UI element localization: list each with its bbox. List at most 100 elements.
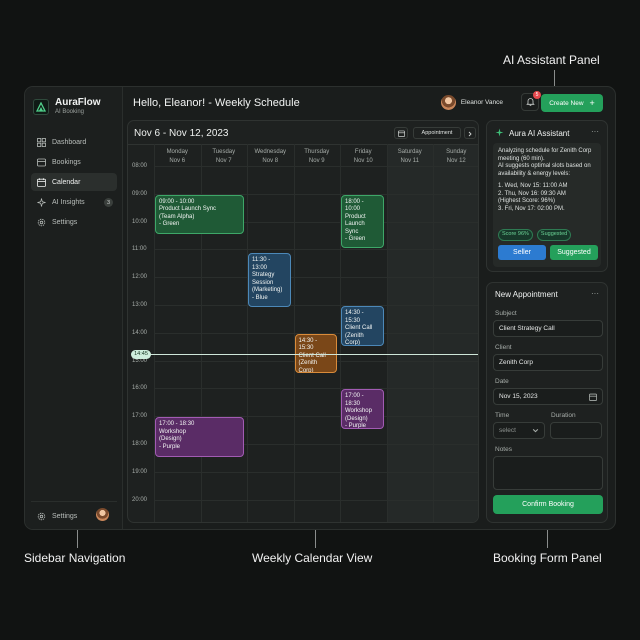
sidebar-item-settings[interactable]: Settings [31, 213, 117, 231]
page-title: Hello, Eleanor! - Weekly Schedule [133, 97, 300, 109]
sidebar-item-dashboard[interactable]: Dashboard [31, 133, 117, 151]
sidebar-item-calendar[interactable]: Calendar [31, 173, 117, 191]
day-gridline [433, 144, 434, 522]
day-date: Nov 9 [308, 158, 325, 164]
calendar-grid[interactable]: 09:00 - 10:00 Product Launch Sync (Team Al… [154, 144, 478, 522]
sidebar-item-label: AI Insights [52, 198, 85, 206]
view-mode-select[interactable]: Appointment [413, 127, 461, 139]
ai-subtitle: AI suggests optimal slots based on avail… [498, 163, 591, 177]
avatar [440, 95, 456, 110]
calendar-event[interactable]: 18:00 - 10:00 Product Launch Sync - Green [341, 194, 384, 249]
time-select[interactable]: select [493, 422, 545, 439]
calendar-event[interactable]: 17:00 - 18:30 Workshop (Design) - Purple [155, 417, 244, 457]
brand: AuraFlow AI Booking [33, 97, 101, 116]
ai-suggestion[interactable]: 1. Wed, Nov 15: 11:00 AM [498, 183, 596, 191]
day-gridline [386, 144, 388, 522]
time-label: 12:00 [132, 274, 148, 281]
event-text: 17:00 - 18:30 [159, 421, 195, 428]
callout-sidebar: Sidebar Navigation [24, 551, 126, 565]
day-date: Nov 8 [262, 158, 279, 164]
duration-input[interactable] [550, 422, 602, 439]
time-label: 20:00 [132, 496, 148, 503]
day-name: Monday [166, 149, 188, 155]
client-input[interactable]: Zenith Corp [493, 354, 603, 371]
auraflow-logo-icon [33, 98, 49, 115]
sparkle-icon [37, 197, 46, 207]
time-label: 13:00 [132, 302, 148, 308]
sidebar-item-label: Bookings [52, 158, 81, 166]
seller-button[interactable]: Seller [498, 245, 546, 260]
hour-gridline [154, 166, 478, 167]
time-placeholder: select [499, 427, 516, 434]
day-header: Saturday Nov 11 [387, 148, 434, 166]
ai-tags: Score 96% Suggested [498, 229, 575, 241]
sidebar-item-bookings[interactable]: Bookings [31, 153, 117, 171]
event-text: 17:00 - 18:30 [345, 393, 364, 407]
calendar-event[interactable]: 17:00 - 18:30 Workshop (Design) - Purple [341, 389, 384, 430]
time-label: Time [495, 412, 510, 419]
day-name: Sunday [446, 149, 467, 155]
day-name: Wednesday [254, 149, 287, 155]
avatar[interactable] [96, 508, 109, 521]
calendar-event[interactable]: 11:30 - 13:00 Strategy Session (Marketing) -… [248, 253, 291, 307]
event-text: 18:00 - 10:00 [345, 198, 364, 213]
chevron-down-icon [532, 427, 539, 436]
sidebar-item-label: Calendar [52, 178, 81, 186]
weekly-calendar: Nov 6 - Nov 12, 2023 Appointment Monday N… [127, 120, 479, 523]
chevron-right-icon [467, 124, 473, 142]
hour-gridline [154, 277, 478, 279]
gear-icon [37, 218, 46, 227]
event-text: (Design) [345, 415, 368, 422]
current-time-badge: 14:45 [131, 349, 151, 359]
date-input[interactable]: Nov 15, 2023 [493, 388, 603, 405]
booking-form-panel: New Appointment ··· Subject Client Strat… [486, 282, 608, 523]
confirm-booking-button[interactable]: Confirm Booking [493, 495, 603, 514]
app-window: AuraFlow AI Booking Dashboard Bookings C… [24, 86, 616, 530]
event-text: 14:30 - 15:30 [345, 310, 364, 324]
calendar-event[interactable]: 14:30 - 15:30Client Call(Zenith Corp)- O… [341, 306, 384, 346]
day-date: Nov 7 [215, 158, 232, 164]
sidebar-item-ai-insights[interactable]: AI Insights 3 [31, 193, 117, 211]
event-text: (Team Alpha) [159, 213, 195, 220]
event-text: 09:00 - 10:00 [159, 198, 195, 205]
event-text: Strategy [252, 272, 275, 279]
more-options-icon[interactable]: ··· [591, 127, 599, 136]
sidebar: AuraFlow AI Booking Dashboard Bookings C… [25, 87, 123, 529]
sidebar-item-label: Dashboard [52, 138, 87, 146]
callout-booking: Booking Form Panel [493, 551, 602, 565]
event-text: - Purple [159, 443, 181, 450]
next-week-button[interactable] [464, 127, 476, 139]
ai-insights-badge: 3 [104, 198, 113, 207]
hour-gridline [154, 305, 478, 306]
form-title: New Appointment [495, 290, 558, 299]
ai-panel-title-text: Aura AI Assistant [509, 129, 570, 138]
more-options-icon[interactable]: ··· [591, 289, 599, 298]
ai-suggestion[interactable]: 3. Fri, Nov 17: 02:00 PM. [498, 206, 596, 214]
event-text: - Green [159, 221, 180, 228]
event-text: - Purple [345, 423, 367, 430]
sidebar-bottom-settings[interactable]: Settings [31, 501, 117, 521]
time-label: 14:00 [132, 329, 148, 336]
create-new-button[interactable]: Create New + [541, 94, 603, 112]
notes-textarea[interactable] [493, 456, 603, 490]
gear-icon [37, 512, 46, 521]
ai-suggestion[interactable]: 2. Thu, Nov 16: 09:30 AM [498, 191, 596, 199]
suggested-button[interactable]: Suggested [550, 245, 598, 260]
hour-gridline [154, 388, 478, 390]
ai-assistant-panel: Aura AI Assistant ··· Analyzing schedule… [486, 120, 608, 272]
subject-input[interactable]: Client Strategy Call [493, 320, 603, 337]
suggested-tag: Suggested [536, 229, 572, 241]
calendar-event[interactable]: 09:00 - 10:00 Product Launch Sync (Team Al… [155, 194, 244, 235]
event-text: (Design) [159, 436, 182, 443]
date-picker-button[interactable] [394, 127, 408, 139]
event-text: 11:30 - 13:00 [252, 257, 271, 271]
day-header: Thursday Nov 9 [294, 148, 341, 166]
current-time-line [132, 353, 478, 355]
notes-label: Notes [495, 446, 512, 453]
callout-calendar: Weekly Calendar View [252, 551, 373, 565]
user-profile[interactable]: Eleanor Vance [440, 95, 503, 110]
event-text: - Blue [252, 294, 268, 301]
time-label: 16:00 [132, 385, 148, 392]
notification-button[interactable]: 5 [521, 91, 541, 111]
date-label: Date [495, 378, 509, 385]
